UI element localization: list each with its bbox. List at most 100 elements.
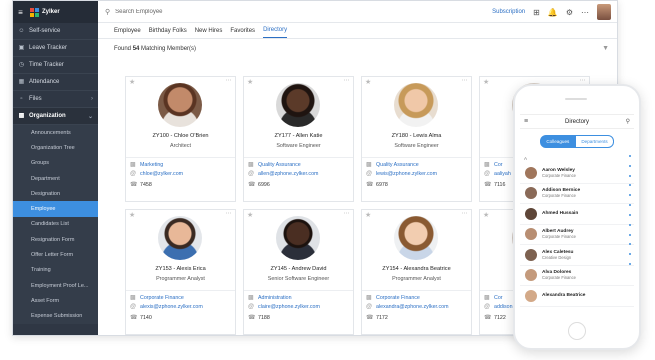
email-link[interactable]: alexandra@zphone.zylker.com bbox=[376, 304, 449, 310]
more-options-icon[interactable]: ⋯ bbox=[462, 210, 468, 217]
email-row[interactable]: @ alexandra@zphone.zylker.com bbox=[366, 304, 449, 310]
employee-card[interactable]: ★ ⋯ ZY153 - Alexis Erica Programmer Anal… bbox=[125, 209, 236, 335]
sidebar-subitem-groups[interactable]: Groups bbox=[13, 155, 98, 171]
star-icon[interactable]: ★ bbox=[129, 211, 135, 219]
sidebar-item-self-service[interactable]: ☺ Self-service bbox=[13, 23, 98, 40]
department-link[interactable]: Cor bbox=[494, 162, 503, 168]
more-icon[interactable]: ⋯ bbox=[581, 8, 589, 17]
tab-birthday-folks[interactable]: Birthday Folks bbox=[149, 28, 187, 38]
department-link[interactable]: Administration bbox=[258, 295, 292, 301]
email-link[interactable]: lewis@zphone.zylker.com bbox=[376, 171, 437, 177]
sidebar-subitem-asset-form[interactable]: Asset Form bbox=[13, 293, 98, 309]
sidebar-item-attendance[interactable]: ▦ Attendance bbox=[13, 74, 98, 91]
sidebar-subitem-employment-proof[interactable]: Employment Proof Le... bbox=[13, 277, 98, 294]
department-row[interactable]: ▩ Marketing bbox=[130, 161, 163, 169]
email-row[interactable]: @ aaliyah bbox=[484, 171, 511, 177]
department-row[interactable]: ▩ Cor bbox=[484, 161, 503, 169]
sidebar-item-files[interactable]: ▫ Files › bbox=[13, 91, 98, 108]
email-row[interactable]: @ chloe@zylker.com bbox=[130, 171, 183, 177]
sidebar-subitem-announcements[interactable]: Announcements bbox=[13, 125, 98, 141]
employee-card[interactable]: ★ ⋯ ZY100 - Chloe O'Brien Architect ▩ Mar… bbox=[125, 76, 236, 202]
department-row[interactable]: ▩ Corporate Finance bbox=[366, 294, 420, 302]
list-item[interactable]: Albert Audrey Corporate Finance bbox=[520, 225, 634, 245]
user-avatar[interactable] bbox=[597, 4, 611, 20]
tab-directory[interactable]: Directory bbox=[263, 27, 288, 38]
employee-card[interactable]: ★ ⋯ ZY177 - Allen Katie Software Enginee… bbox=[243, 76, 354, 202]
more-options-icon[interactable]: ⋯ bbox=[226, 210, 232, 217]
email-row[interactable]: @ alexis@zphone.zylker.com bbox=[130, 304, 203, 310]
tab-favorites[interactable]: Favorites bbox=[230, 28, 255, 38]
email-row[interactable]: @ addison bbox=[484, 304, 513, 310]
gear-icon[interactable]: ⚙ bbox=[566, 8, 573, 17]
email-link[interactable]: aaliyah bbox=[494, 171, 511, 177]
employee-card[interactable]: ★ ⋯ ZY180 - Lewis Alma Software Engineer… bbox=[361, 76, 472, 202]
department-link[interactable]: Marketing bbox=[140, 162, 163, 168]
sidebar-subitem-training[interactable]: Training bbox=[13, 262, 98, 278]
subscription-link[interactable]: Subscription bbox=[492, 9, 525, 15]
sidebar-subitem-expense-submission[interactable]: Expense Submission bbox=[13, 308, 98, 324]
department-link[interactable]: Cor bbox=[494, 295, 503, 301]
sidebar-item-leave-tracker[interactable]: ▣ Leave Tracker bbox=[13, 40, 98, 57]
hamburger-menu-icon[interactable]: ≡ bbox=[17, 8, 24, 16]
department-link[interactable]: Quality Assurance bbox=[376, 162, 419, 168]
department-row[interactable]: ▩ Corporate Finance bbox=[130, 294, 184, 302]
add-icon[interactable]: ⊞ bbox=[533, 8, 540, 17]
department-link[interactable]: Corporate Finance bbox=[376, 295, 420, 301]
star-icon[interactable]: ★ bbox=[247, 211, 253, 219]
search-input[interactable] bbox=[115, 8, 316, 15]
star-icon[interactable]: ★ bbox=[483, 211, 489, 219]
sidebar-subitem-organization-tree[interactable]: Organization Tree bbox=[13, 140, 98, 156]
department-row[interactable]: ▩ Administration bbox=[248, 294, 292, 302]
email-link[interactable]: allen@zphone.zylker.com bbox=[258, 171, 318, 177]
more-options-icon[interactable]: ⋯ bbox=[580, 77, 586, 84]
sidebar-subitem-employee[interactable]: Employee bbox=[13, 201, 98, 217]
department-row[interactable]: ▩ Cor bbox=[484, 294, 503, 302]
list-item[interactable]: Addison Bernice Corporate Finance bbox=[520, 184, 634, 204]
sidebar-subitem-candidates-list[interactable]: Candidates List bbox=[13, 216, 98, 233]
star-icon[interactable]: ★ bbox=[483, 78, 489, 86]
hamburger-menu-icon[interactable]: ≡ bbox=[524, 118, 528, 125]
sidebar-subitem-resignation-form[interactable]: Resignation Form bbox=[13, 232, 98, 248]
department-row[interactable]: ▩ Quality Assurance bbox=[248, 161, 301, 169]
department-row[interactable]: ▩ Quality Assurance bbox=[366, 161, 419, 169]
star-icon[interactable]: ★ bbox=[365, 78, 371, 86]
tab-employee[interactable]: Employee bbox=[114, 28, 141, 38]
email-link[interactable]: addison bbox=[494, 304, 513, 310]
email-link[interactable]: chloe@zylker.com bbox=[140, 171, 183, 177]
search-icon[interactable]: ⚲ bbox=[626, 118, 630, 125]
sidebar-item-organization[interactable]: ▩ Organization ⌄ bbox=[13, 108, 98, 125]
email-row[interactable]: @ claire@zphone.zylker.com bbox=[248, 304, 320, 310]
list-item[interactable]: Alex Caletesu Creative Design bbox=[520, 245, 634, 266]
star-icon[interactable]: ★ bbox=[129, 78, 135, 86]
bell-icon[interactable]: 🔔 bbox=[548, 8, 558, 17]
star-icon[interactable]: ★ bbox=[365, 211, 371, 219]
more-options-icon[interactable]: ⋯ bbox=[226, 77, 232, 84]
list-item[interactable]: Alva Dolores Corporate Finance bbox=[520, 266, 634, 286]
star-icon[interactable]: ★ bbox=[247, 78, 253, 86]
segment-colleagues[interactable]: Colleagues bbox=[540, 135, 576, 148]
app-logo[interactable]: Zylker bbox=[30, 7, 60, 17]
sidebar-item-time-tracker[interactable]: ◷ Time Tracker bbox=[13, 57, 98, 74]
segment-departments[interactable]: Departments bbox=[575, 135, 614, 148]
email-link[interactable]: claire@zphone.zylker.com bbox=[258, 304, 320, 310]
list-item[interactable]: Aaron Welsley Corporate Finance bbox=[520, 163, 634, 184]
search-icon[interactable]: ⚲ bbox=[105, 8, 110, 16]
filter-icon[interactable]: ▼ bbox=[602, 45, 609, 52]
email-row[interactable]: @ lewis@zphone.zylker.com bbox=[366, 171, 437, 177]
tab-new-hires[interactable]: New Hires bbox=[195, 28, 223, 38]
sidebar-subitem-offer-letter-form[interactable]: Offer Letter Form bbox=[13, 247, 98, 263]
more-options-icon[interactable]: ⋯ bbox=[344, 210, 350, 217]
sidebar-subitem-designation[interactable]: Designation bbox=[13, 186, 98, 202]
list-item[interactable]: Ahmed Hussain bbox=[520, 204, 634, 225]
employee-card[interactable]: ★ ⋯ ZY154 - Alexandra Beatrice Programme… bbox=[361, 209, 472, 335]
employee-card[interactable]: ★ ⋯ ZY145 - Andrew David Senior Software… bbox=[243, 209, 354, 335]
department-link[interactable]: Quality Assurance bbox=[258, 162, 301, 168]
list-item[interactable]: Alexandra Beatrice bbox=[520, 286, 634, 307]
department-link[interactable]: Corporate Finance bbox=[140, 295, 184, 301]
more-options-icon[interactable]: ⋯ bbox=[344, 77, 350, 84]
alphabet-index[interactable] bbox=[629, 155, 632, 265]
more-options-icon[interactable]: ⋯ bbox=[462, 77, 468, 84]
email-link[interactable]: alexis@zphone.zylker.com bbox=[140, 304, 203, 310]
sidebar-subitem-department[interactable]: Department bbox=[13, 170, 98, 187]
email-row[interactable]: @ allen@zphone.zylker.com bbox=[248, 171, 318, 177]
